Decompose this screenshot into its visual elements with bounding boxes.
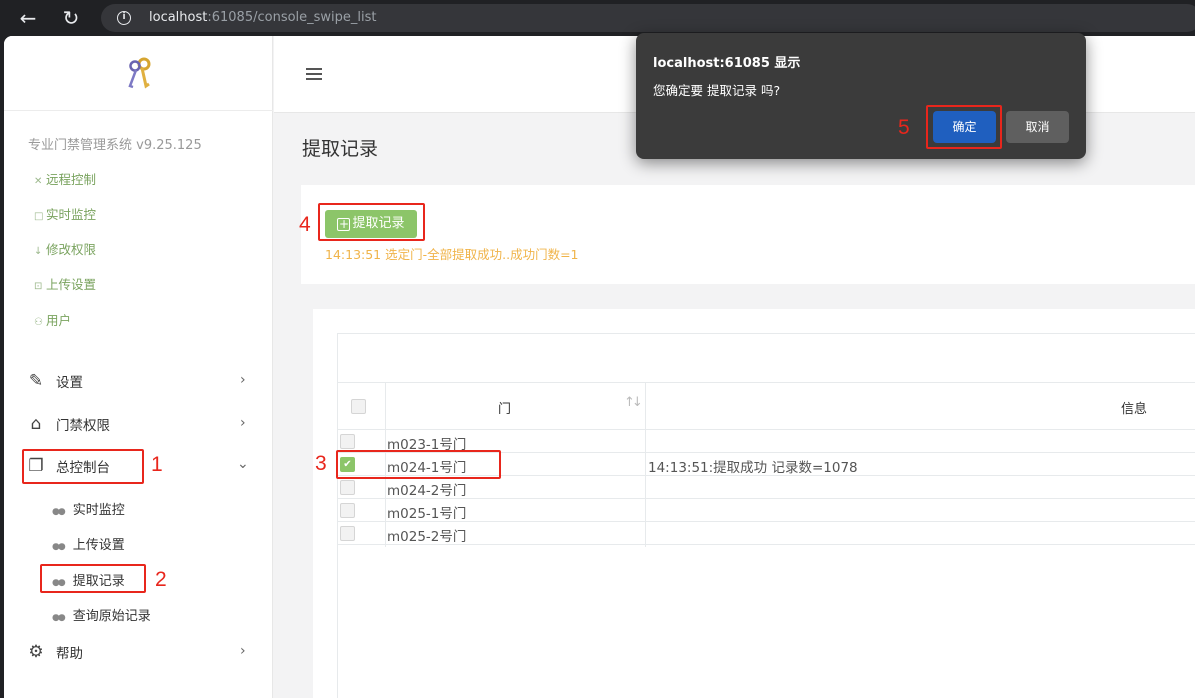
annotation-number: 1 [151,453,163,476]
upload-icon: ⊡ [34,281,43,292]
chevron-right-icon: › [240,643,246,659]
keys-logo-icon [128,57,151,89]
system-title: 专业门禁管理系统 v9.25.125 [28,138,202,153]
site-info-icon[interactable]: i [117,11,131,25]
quick-link-remote-control[interactable]: ✕ 远程控制 [34,169,96,188]
select-all-checkbox[interactable] [351,399,366,414]
status-message: 14:13:51 选定门-全部提取成功..成功门数=1 [325,247,579,262]
annotation-number: 3 [315,452,327,475]
quick-link-upload-settings[interactable]: ⊡ 上传设置 [34,274,96,293]
annotation-box [926,105,1002,149]
sort-icon[interactable]: ↑↓ [624,395,643,410]
menu-settings[interactable]: ✎ 设置 [26,371,83,391]
monitor-icon: □ [34,211,44,222]
bullet-icon: ●● [52,542,66,552]
quick-link-realtime-monitor[interactable]: □ 实时监控 [34,204,96,223]
dialog-title: localhost:61085 显示 [653,56,801,71]
annotation-box [22,449,144,484]
table-header: 门 ↑↓ 信息 [338,382,1195,430]
table-row[interactable]: m025-2号门 [338,522,1195,545]
page-title: 提取记录 [302,138,379,160]
bullet-icon: ●● [52,507,66,517]
quick-link-modify-permission[interactable]: ↓ 修改权限 [34,239,96,258]
home-icon: ⌂ [30,414,42,434]
submenu-upload-settings[interactable]: ●● 上传设置 [52,534,125,553]
users-icon: ⚇ [34,317,43,328]
door-name: m025-2号门 [387,529,467,545]
submenu-realtime-monitor[interactable]: ●● 实时监控 [52,499,125,518]
back-arrow-icon[interactable]: ← [16,6,40,30]
door-table: 门 ↑↓ 信息 m023-1号门 ✔ m024-1号门 14:13:51:提取成… [337,333,1195,698]
address-bar[interactable]: i localhost:61085/console_swipe_list [101,4,1195,32]
annotation-box [336,450,501,479]
pencil-icon: ✎ [28,371,44,391]
annotation-number: 5 [898,116,910,139]
row-checkbox[interactable] [340,503,355,518]
door-table-card: 门 ↑↓ 信息 m023-1号门 ✔ m024-1号门 14:13:51:提取成… [313,309,1195,698]
fetch-card: + 提取记录 14:13:51 选定门-全部提取成功..成功门数=1 [301,185,1195,284]
bullet-icon: ●● [52,613,66,623]
annotation-number: 2 [155,568,167,591]
sort-icon: ↓ [34,246,43,257]
browser-toolbar: ← ↻ i localhost:61085/console_swipe_list [0,0,1195,36]
chevron-right-icon: › [240,415,246,431]
row-checkbox[interactable] [340,526,355,541]
quick-link-users[interactable]: ⚇ 用户 [34,310,71,329]
gear-icon: ⚙ [28,642,44,662]
door-name: m025-1号门 [387,506,467,522]
table-row[interactable]: m025-1号门 [338,499,1195,522]
chevron-down-icon: ⌄ [237,456,249,472]
column-header-info: 信息 [1121,402,1148,417]
menu-access-permission[interactable]: ⌂ 门禁权限 [26,414,110,434]
chevron-right-icon: › [240,372,246,388]
menu-help[interactable]: ⚙ 帮助 [26,642,83,662]
tools-icon: ✕ [34,176,43,187]
reload-icon[interactable]: ↻ [59,6,83,30]
url-text: localhost:61085/console_swipe_list [149,10,377,25]
sidebar: 专业门禁管理系统 v9.25.125 ✕ 远程控制 □ 实时监控 ↓ 修改权限 ⊡ 上传… [4,36,273,698]
logo-area [4,36,273,111]
annotation-number: 4 [299,213,311,236]
row-checkbox[interactable] [340,480,355,495]
confirm-dialog: localhost:61085 显示 您确定要 提取记录 吗? 确定 取消 [636,33,1086,159]
column-header-door[interactable]: 门 [498,398,511,417]
annotation-box [40,564,146,593]
table-row[interactable]: m024-2号门 [338,476,1195,499]
dialog-message: 您确定要 提取记录 吗? [653,83,781,98]
hamburger-menu-icon[interactable] [306,68,322,83]
row-checkbox[interactable] [340,434,355,449]
door-info: 14:13:51:提取成功 记录数=1078 [648,460,858,476]
door-name: m024-2号门 [387,483,467,499]
annotation-box [318,203,425,241]
submenu-query-raw-records[interactable]: ●● 查询原始记录 [52,605,151,624]
dialog-cancel-button[interactable]: 取消 [1006,111,1069,143]
